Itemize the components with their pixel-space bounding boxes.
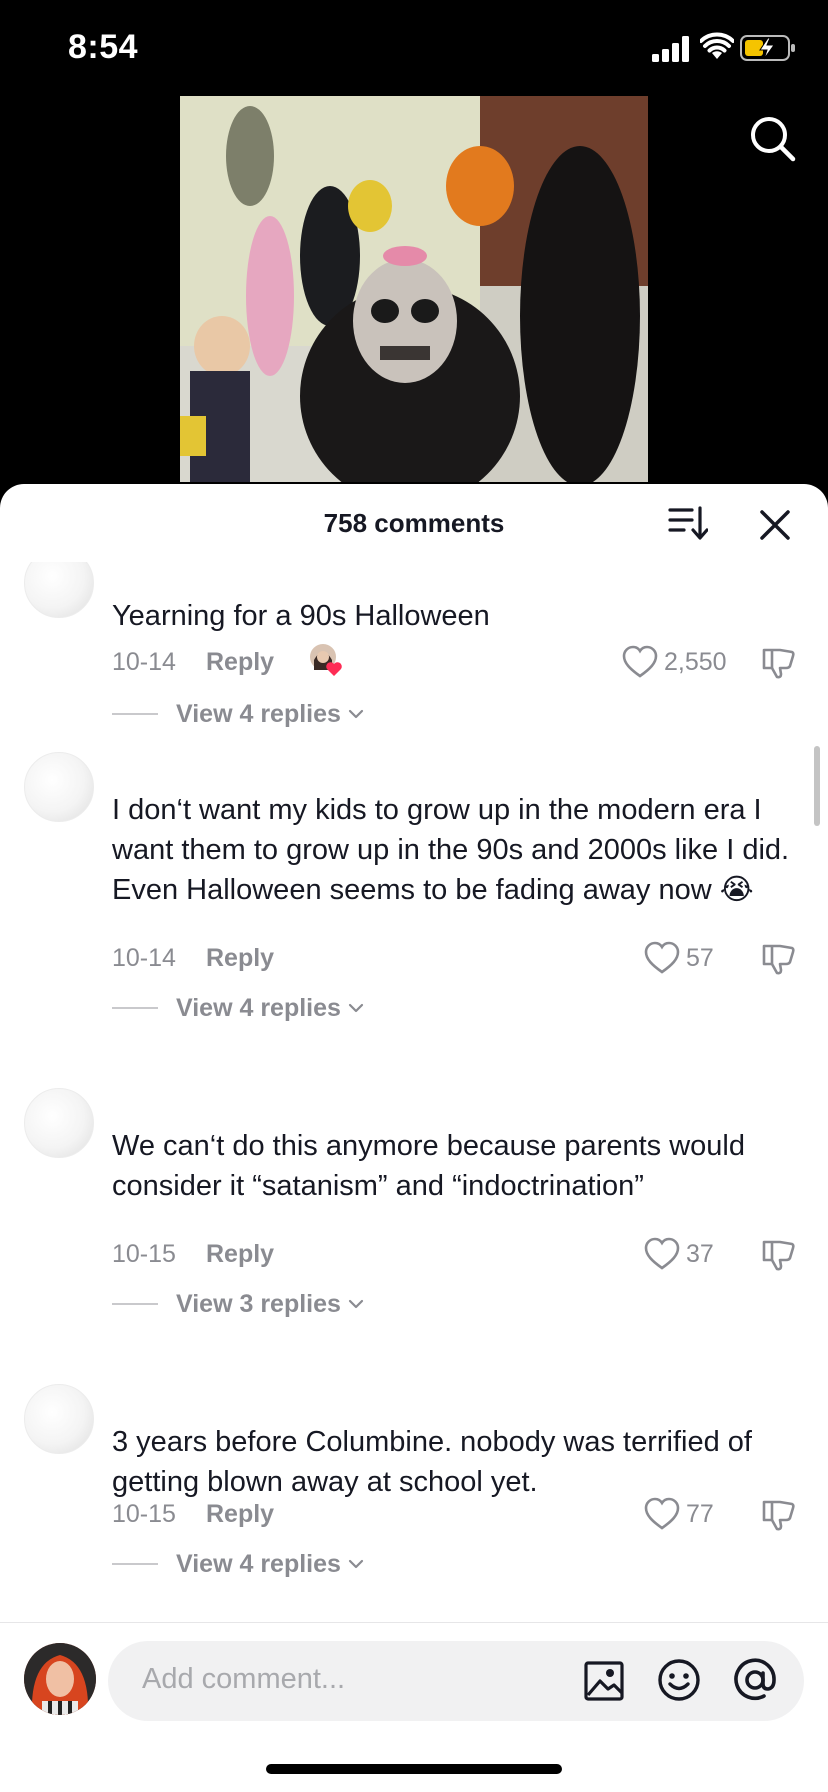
like-count: 57 [686,943,714,972]
avatar[interactable] [24,1088,94,1158]
emoji-icon[interactable] [656,1657,702,1703]
video-thumbnail[interactable] [180,96,648,482]
divider [112,1007,158,1009]
comment-date: 10-14 [112,648,176,676]
dislike-icon[interactable] [760,1496,796,1532]
view-replies-label: View 4 replies [176,993,341,1022]
view-replies-button[interactable]: View 4 replies [112,990,365,1026]
reply-button[interactable]: Reply [206,648,274,677]
heart-icon [644,941,680,974]
heart-icon [644,1237,680,1270]
view-replies-button[interactable]: View 4 replies [112,1546,365,1582]
comment-meta: 10-15 Reply 37 [112,1234,812,1274]
avatar-photo [24,1643,96,1715]
comment-text: 3 years before Columbine. nobody was ter… [112,1426,752,1498]
like-count: 77 [686,1499,714,1528]
dislike-icon[interactable] [760,644,796,680]
close-icon[interactable] [758,508,792,542]
like-count: 37 [686,1239,714,1268]
divider [112,713,158,715]
comment-text: We can‘t do this anymore because parents… [112,1130,745,1202]
divider [112,1563,158,1565]
comment-text: I don‘t want my kids to grow up in the m… [112,794,790,906]
status-time: 8:54 [68,28,139,66]
view-replies-button[interactable]: View 4 replies [112,696,365,732]
scrollbar[interactable] [814,746,820,826]
comments-sheet: 758 comments Yearning for a 90s Hallowee… [0,484,828,1792]
view-replies-button[interactable]: View 3 replies [112,1286,365,1322]
like-count: 2,550 [664,647,727,676]
reply-button[interactable]: Reply [206,944,274,973]
comment-date: 10-15 [112,1240,176,1268]
creator-liked-icon [308,642,342,676]
view-replies-label: View 4 replies [176,699,341,728]
chevron-down-icon [348,709,364,719]
reply-button[interactable]: Reply [206,1240,274,1269]
divider [112,1303,158,1305]
comment-meta: 10-14 Reply 57 [112,938,812,978]
like-button[interactable]: 37 [644,1234,714,1274]
chevron-down-icon [348,1299,364,1309]
dislike-icon[interactable] [760,1236,796,1272]
comment-text: Yearning for a 90s Halloween [112,600,490,632]
halloween-video-frame [180,96,648,482]
comment-item: I don‘t want my kids to grow up in the m… [0,752,828,1052]
avatar[interactable] [24,1384,94,1454]
search-icon[interactable] [746,112,798,164]
view-replies-label: View 3 replies [176,1289,341,1318]
heart-icon [644,1497,680,1530]
like-button[interactable]: 57 [644,938,714,978]
view-replies-label: View 4 replies [176,1549,341,1578]
like-button[interactable]: 77 [644,1494,714,1534]
comment-input[interactable] [142,1663,542,1696]
comment-date: 10-15 [112,1500,176,1528]
chevron-down-icon [348,1559,364,1569]
at-icon[interactable] [732,1657,778,1703]
reply-button[interactable]: Reply [206,1500,274,1529]
image-icon[interactable] [582,1659,626,1703]
like-button[interactable]: 2,550 [622,642,727,682]
comment-meta: 10-14 Reply 2,550 [112,642,812,682]
heart-icon [622,645,658,678]
video-player[interactable] [0,96,828,496]
comment-item: We can‘t do this anymore because parents… [0,1088,828,1348]
avatar[interactable] [24,562,94,618]
comment-list[interactable]: Yearning for a 90s Halloween 10-14 Reply… [0,562,828,1622]
dislike-icon[interactable] [760,940,796,976]
comment-item: 3 years before Columbine. nobody was ter… [0,1384,828,1622]
sheet-header: 758 comments [0,484,828,560]
sort-icon[interactable] [668,504,708,542]
comment-date: 10-14 [112,944,176,972]
status-bar: 8:54 [0,0,828,100]
avatar[interactable] [24,752,94,822]
chevron-down-icon [348,1003,364,1013]
wifi-icon [700,32,734,59]
my-avatar[interactable] [24,1643,96,1715]
home-indicator[interactable] [266,1764,562,1774]
comment-input-container[interactable] [108,1641,804,1721]
signal-icon [652,36,689,62]
battery-charging-icon [740,35,795,61]
comment-item: Yearning for a 90s Halloween 10-14 Reply… [0,562,828,742]
comment-meta: 10-15 Reply 77 [112,1494,812,1534]
